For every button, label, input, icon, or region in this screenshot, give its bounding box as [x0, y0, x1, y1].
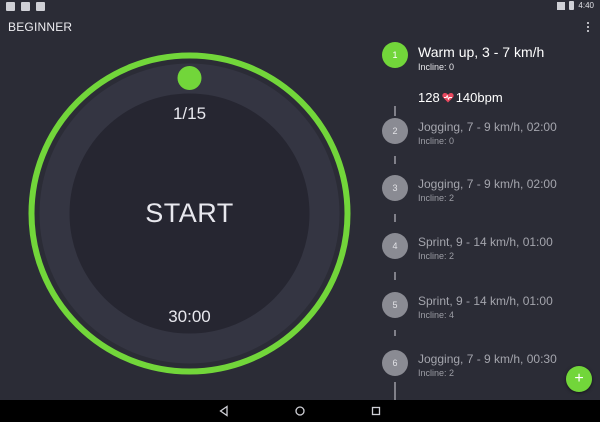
step-title: Jogging, 7 - 9 km/h, 00:30 — [418, 352, 557, 366]
timer-dial[interactable]: 1/15 START 30:00 — [28, 52, 351, 375]
timeline-connector — [394, 382, 396, 400]
step-title: Sprint, 9 - 14 km/h, 01:00 — [418, 294, 553, 308]
status-bar: 4:40 — [0, 0, 600, 14]
step-incline: Incline: 2 — [418, 368, 455, 378]
start-button[interactable]: START — [28, 198, 351, 229]
notification-icon — [6, 2, 15, 11]
heart-rate-range: 128 140bpm — [418, 90, 503, 105]
add-icon: + — [574, 370, 584, 387]
step-title: Warm up, 3 - 7 km/h — [418, 44, 545, 60]
notification-icon — [36, 2, 45, 11]
page-title: BEGINNER — [8, 20, 73, 34]
status-right: 4:40 — [557, 1, 594, 10]
heart-icon — [442, 93, 454, 103]
step-number: 5 — [382, 292, 408, 318]
total-duration: 30:00 — [168, 307, 211, 326]
step-title: Sprint, 9 - 14 km/h, 01:00 — [418, 235, 553, 249]
timeline-connector — [394, 106, 396, 116]
status-time: 4:40 — [578, 1, 594, 10]
notification-icons — [6, 2, 45, 11]
step-number: 6 — [382, 350, 408, 376]
step-number: 2 — [382, 118, 408, 144]
heart-rate-low: 128 — [418, 90, 440, 105]
recents-icon[interactable] — [370, 405, 382, 417]
step-incline: Incline: 4 — [418, 310, 455, 320]
step-title: Jogging, 7 - 9 km/h, 02:00 — [418, 177, 557, 191]
overflow-menu-icon[interactable] — [586, 22, 590, 34]
notification-icon — [21, 2, 30, 11]
battery-icon — [569, 1, 575, 10]
step-number: 4 — [382, 233, 408, 259]
wifi-icon — [557, 1, 566, 10]
back-icon[interactable] — [218, 405, 230, 417]
workout-steps-list: 1 Warm up, 3 - 7 km/h Incline: 0 128 140… — [370, 36, 600, 400]
step-incline: Incline: 2 — [418, 251, 455, 261]
home-icon[interactable] — [294, 405, 306, 417]
step-incline: Incline: 0 — [418, 62, 455, 72]
step-number: 1 — [382, 42, 408, 68]
step-number: 3 — [382, 175, 408, 201]
progress-handle[interactable] — [177, 66, 202, 90]
navigation-bar — [0, 400, 600, 422]
step-title: Jogging, 7 - 9 km/h, 02:00 — [418, 120, 557, 134]
heart-rate-high: 140bpm — [455, 90, 503, 105]
step-incline: Incline: 0 — [418, 136, 455, 146]
add-step-button[interactable]: + — [566, 366, 592, 392]
interval-counter: 1/15 — [172, 104, 207, 123]
step-incline: Incline: 2 — [418, 193, 455, 203]
